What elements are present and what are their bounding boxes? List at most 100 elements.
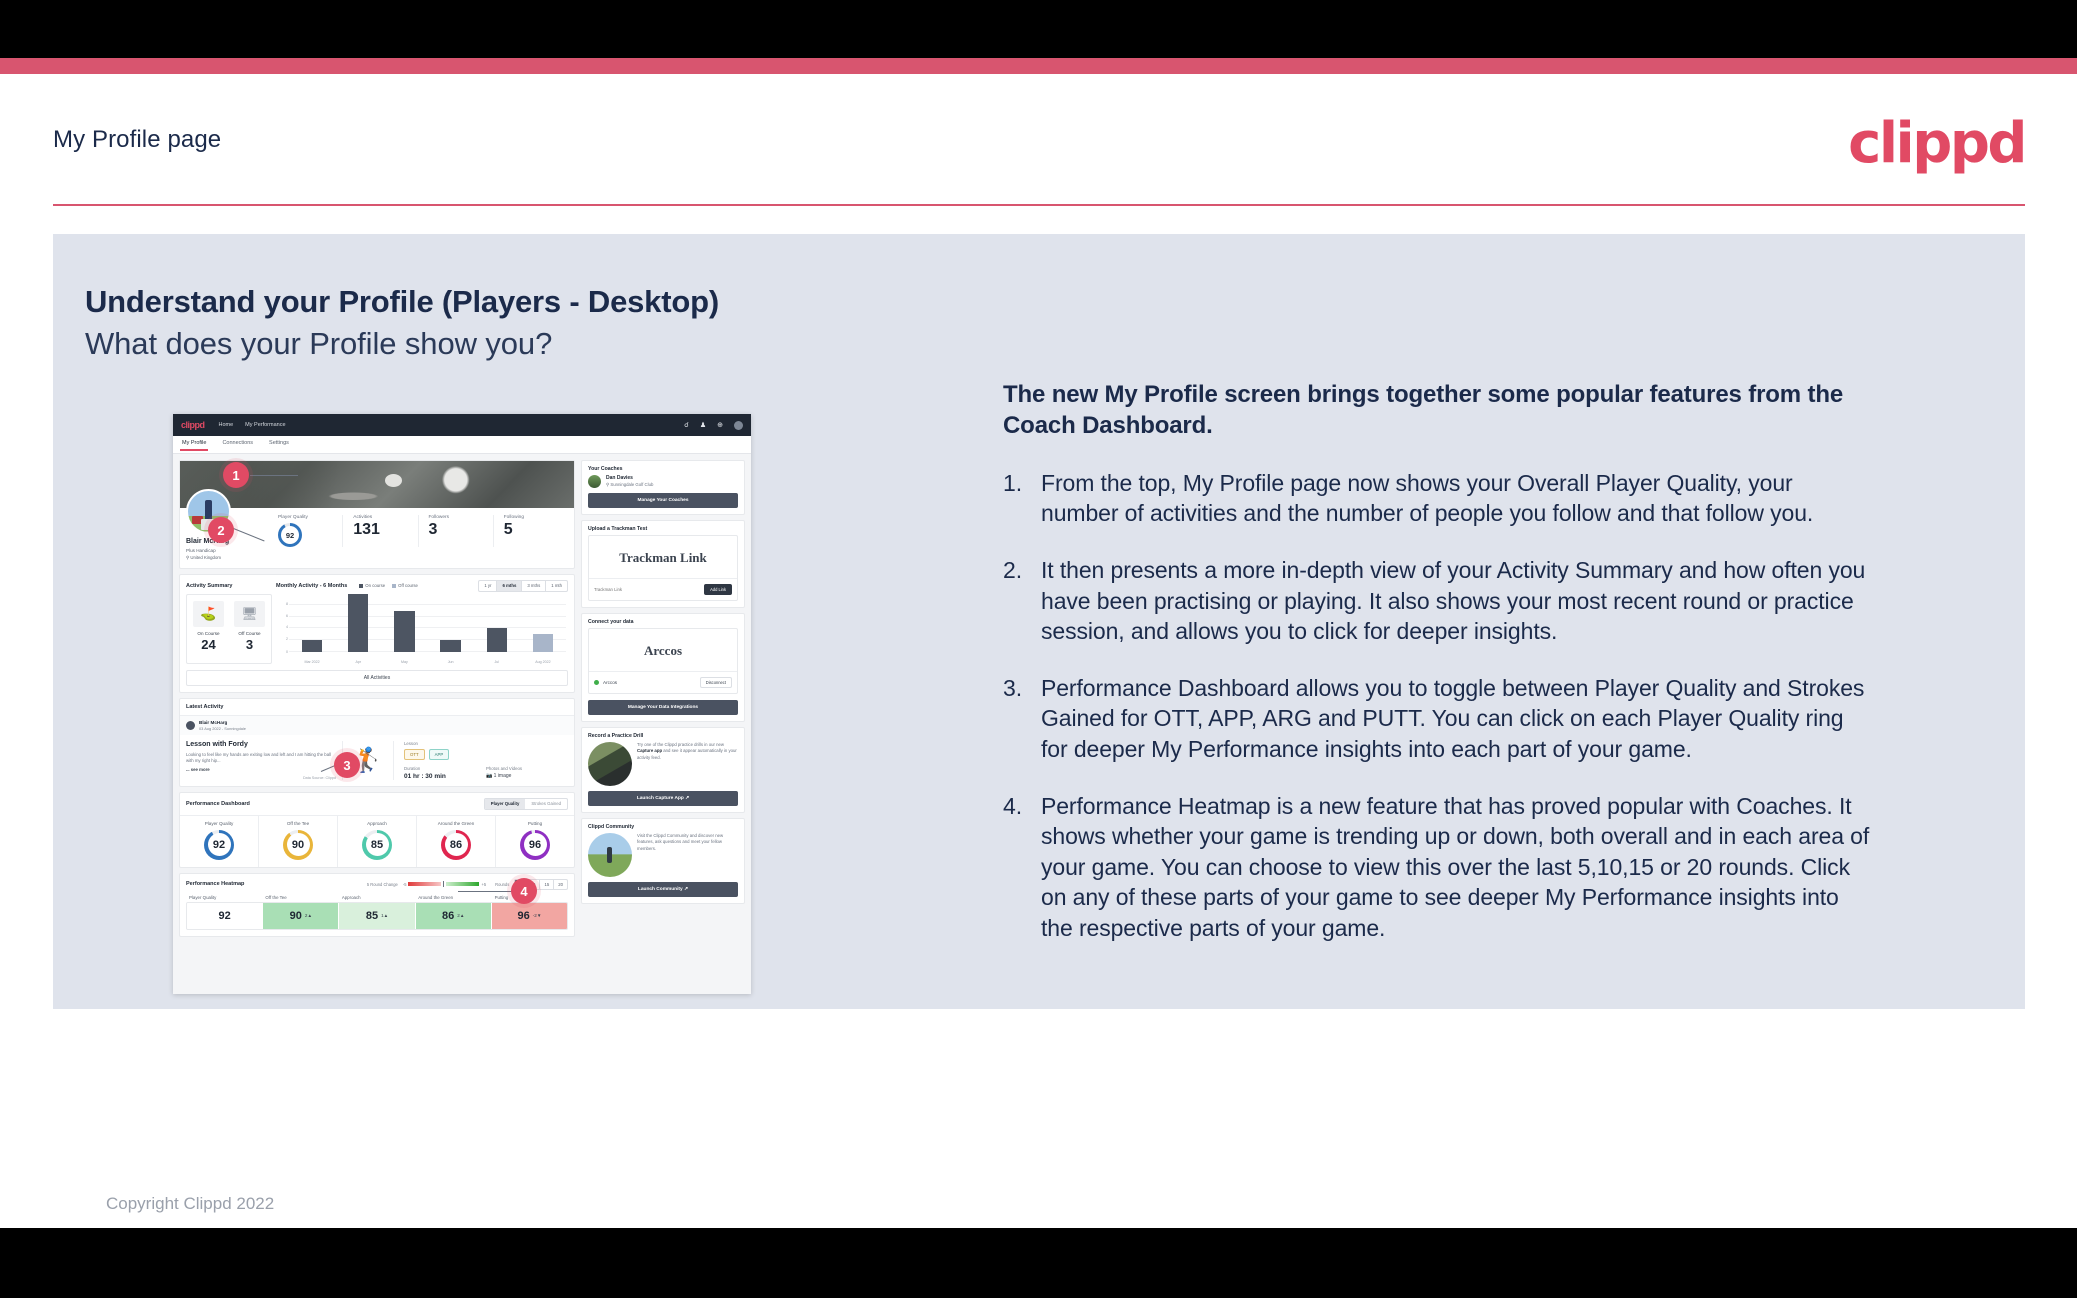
list-item-text: From the top, My Profile page now shows … <box>1041 469 1814 527</box>
xtick: Jul <box>494 659 500 664</box>
community-card: Clippd Community Visit the Clippd Commun… <box>581 818 745 904</box>
ytick: 0 <box>286 649 288 654</box>
ring-putting[interactable]: Putting 96 <box>495 815 574 867</box>
lead-paragraph: The new My Profile screen brings togethe… <box>1003 381 1844 440</box>
tab-connections[interactable]: Connections <box>222 440 253 450</box>
coaches-heading: Your Coaches <box>588 466 623 472</box>
search-icon[interactable]: ☌ <box>684 422 689 429</box>
heatmap-delta: 2▲ <box>457 913 465 919</box>
heatmap-cell-off-the-tee[interactable]: 90 2▲ <box>262 902 339 929</box>
heatmap-cell-around-the-green[interactable]: 86 2▲ <box>414 902 491 929</box>
arccos-brand: Arccos <box>643 643 683 658</box>
range-1mth[interactable]: 1 mth <box>545 580 567 591</box>
bar-mar-2022[interactable] <box>301 639 323 652</box>
performance-rings: Player Quality 92 Off the Tee 90 Approac… <box>180 814 574 867</box>
list-item-number: 2. <box>1003 557 1023 584</box>
stat-label: Following <box>503 515 525 520</box>
ring-around-the-green[interactable]: Around the Green 86 <box>416 815 495 867</box>
add-circle-icon[interactable]: ⊕ <box>717 422 723 429</box>
manage-coaches-button[interactable]: Manage Your Coaches <box>588 493 738 508</box>
callout-2: 2 <box>208 517 234 543</box>
manage-integrations-button[interactable]: Manage Your Data Integrations <box>588 700 738 715</box>
heatmap-value: 92 <box>218 909 231 922</box>
toggle-strokes-gained[interactable]: Strokes Gained <box>525 799 567 809</box>
bar-jun[interactable] <box>440 639 461 652</box>
disconnect-button[interactable]: Disconnect <box>699 677 732 688</box>
stat-activities[interactable]: Activities 131 <box>342 515 417 547</box>
heatmap-cell-approach[interactable]: 85 1▲ <box>338 902 415 929</box>
scale-divider <box>443 881 445 888</box>
heatmap-value: 85 <box>365 909 379 922</box>
community-icon[interactable]: ♟ <box>700 422 706 429</box>
ring-value: 85 <box>365 833 389 857</box>
list-item-number: 4. <box>1003 792 1023 819</box>
list-item-text: Performance Heatmap is a new feature tha… <box>1041 792 1870 941</box>
stat-player-quality[interactable]: Player Quality 92 <box>268 515 342 547</box>
golf-flag-icon: ⛳ <box>193 600 224 627</box>
see-more-link[interactable]: ... see more <box>186 767 336 772</box>
heatmap-change-label: 5 Round Change <box>366 881 398 887</box>
explanation-column: The new My Profile screen brings togethe… <box>1003 379 1873 943</box>
heatmap-delta: 2▲ <box>304 913 312 919</box>
nav-link-home[interactable]: Home <box>219 422 234 428</box>
activity-summary-card: Activity Summary Monthly Activity - 6 Mo… <box>179 573 575 693</box>
latest-activity-user: Blair McHarg 03 Aug 2022 - Sunningdale <box>180 714 574 735</box>
list-item: 1. From the top, My Profile page now sho… <box>1003 468 1873 529</box>
duration-block: Duration 01 hr : 30 min <box>404 766 486 780</box>
drill-text: Try one of the Clippd practice drills in… <box>637 742 737 760</box>
ytick: 8 <box>286 602 288 607</box>
monthly-activity-title: Monthly Activity - 6 Months <box>276 582 348 589</box>
photos-block: Photos and Videos 📷 1 image <box>486 766 568 780</box>
legend-on-course: On course <box>359 583 385 588</box>
avatar-icon[interactable] <box>734 420 743 430</box>
navbar-actions: ☌ ♟ ⊕ <box>684 420 743 430</box>
trackman-brand: Trackman Link <box>619 550 707 565</box>
heatmap-cell-player-quality[interactable]: 92 <box>187 902 263 929</box>
ring-approach[interactable]: Approach 85 <box>337 815 416 867</box>
photos-label: Photos and Videos <box>486 765 522 771</box>
tab-settings[interactable]: Settings <box>269 440 289 450</box>
launch-capture-app-button[interactable]: Launch Capture App ↗ <box>588 791 738 806</box>
heatmap-value: 90 <box>289 909 302 922</box>
scale-gradient-positive <box>446 882 480 887</box>
stat-following[interactable]: Following 5 <box>492 515 568 547</box>
toggle-player-quality[interactable]: Player Quality <box>484 798 526 809</box>
range-3mths[interactable]: 3 mths <box>521 580 545 591</box>
ring-player-quality[interactable]: Player Quality 92 <box>180 816 258 867</box>
range-1yr[interactable]: 1 yr <box>479 581 496 591</box>
bar-may[interactable] <box>394 610 415 652</box>
heatmap-label: Approach <box>341 894 361 900</box>
stat-followers[interactable]: Followers 3 <box>417 515 493 547</box>
monthly-activity-chart: 0 2 4 6 8 Mar 2022 Apr May Jun Jul Aug 2… <box>280 593 568 664</box>
bar-aug-2022[interactable] <box>532 634 554 652</box>
nav-link-my-performance[interactable]: My Performance <box>245 422 285 428</box>
ring-gauge: 96 <box>520 829 550 860</box>
chart-bars <box>289 593 566 652</box>
range-selector: 1 yr 6 mths 3 mths 1 mth <box>478 579 568 592</box>
counter-label: Off Course <box>238 630 261 636</box>
app-tabs: My Profile Connections Settings <box>173 436 751 454</box>
bar-apr[interactable] <box>348 593 369 652</box>
rounds-20[interactable]: 20 <box>553 879 567 889</box>
rounds-15[interactable]: 15 <box>539 879 553 889</box>
ring-gauge: 85 <box>362 829 392 860</box>
content-panel: Understand your Profile (Players - Deskt… <box>53 234 2025 1213</box>
xtick: Apr <box>355 659 362 664</box>
bar-jul[interactable] <box>486 628 507 652</box>
coach-avatar <box>588 475 601 488</box>
activity-description: Looking to feel like my hands are exitin… <box>186 751 331 763</box>
all-activities-button[interactable]: All Activities <box>186 669 568 686</box>
activity-detail-columns: Duration 01 hr : 30 min Photos and Video… <box>404 766 568 780</box>
launch-community-button[interactable]: Launch Community ↗ <box>588 882 738 897</box>
range-6mths[interactable]: 6 mths <box>496 580 522 591</box>
trackman-link-input[interactable] <box>594 587 701 592</box>
tag-ott: OTT <box>404 748 425 760</box>
heatmap-cell-putting[interactable]: 96 -2▼ <box>490 902 567 929</box>
letterbox-bottom <box>0 1228 2077 1298</box>
ring-off-the-tee[interactable]: Off the Tee 90 <box>258 815 337 867</box>
list-item: 4. Performance Heatmap is a new feature … <box>1003 791 1873 944</box>
tab-my-profile[interactable]: My Profile <box>179 440 209 451</box>
duration-value: 01 hr : 30 min <box>404 772 446 780</box>
profile-summary: ✎ Blair McHarg Plus Handicap ⚲ United Ki… <box>180 489 574 568</box>
add-link-button[interactable]: Add Link <box>704 584 732 595</box>
